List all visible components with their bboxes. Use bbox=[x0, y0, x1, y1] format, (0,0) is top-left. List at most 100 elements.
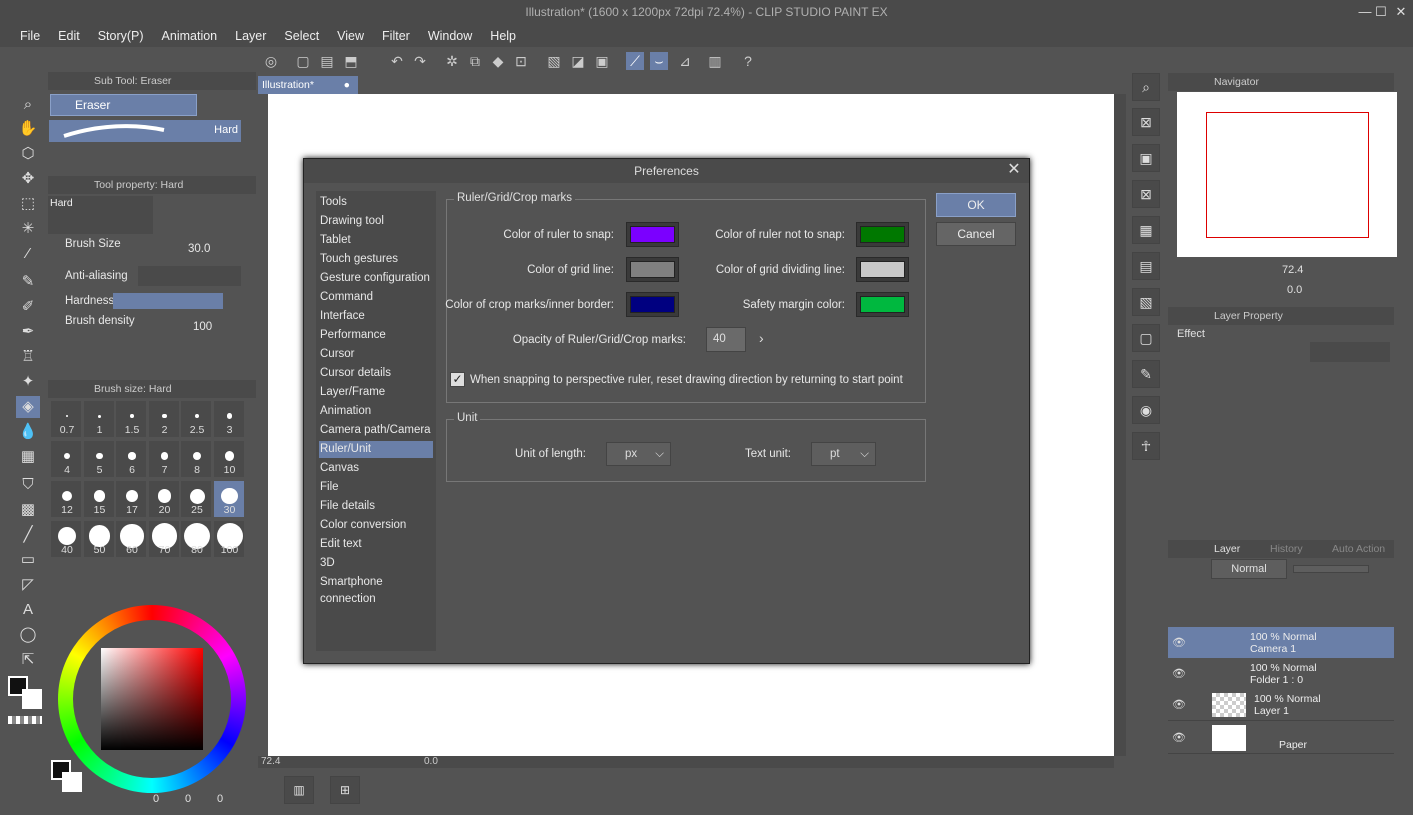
ruler-tool-icon[interactable]: ◸ bbox=[16, 574, 40, 596]
category-item[interactable]: Touch gestures bbox=[319, 251, 433, 268]
category-item[interactable]: Tablet bbox=[319, 232, 433, 249]
tone-icon[interactable]: ▦ bbox=[1132, 216, 1160, 244]
bucket-tool-icon[interactable]: ⛉ bbox=[16, 474, 40, 496]
brush-size-cell[interactable]: 40 bbox=[50, 520, 82, 558]
eraser-tool-icon[interactable]: ◈ bbox=[16, 396, 40, 418]
crop-color-button[interactable] bbox=[626, 292, 679, 317]
text-unit-select[interactable]: pt ⌵ bbox=[811, 442, 876, 466]
category-item[interactable]: File bbox=[319, 479, 433, 496]
text-tool-icon[interactable]: A bbox=[16, 599, 40, 621]
menu-filter[interactable]: Filter bbox=[373, 25, 419, 47]
canvas-hscroll[interactable] bbox=[258, 756, 1114, 768]
category-item[interactable]: Gesture configuration bbox=[319, 270, 433, 287]
snap-curve-icon[interactable]: ⌣ bbox=[650, 52, 668, 70]
snap-ruler-icon[interactable]: ◪ bbox=[569, 52, 587, 70]
category-item[interactable]: 3D bbox=[319, 555, 433, 572]
brush-size-cell[interactable]: 30 bbox=[212, 480, 244, 518]
brush-size-cell[interactable]: 2 bbox=[147, 400, 180, 438]
category-item[interactable]: Tools bbox=[319, 194, 433, 211]
brush-size-cell[interactable]: 5 bbox=[82, 440, 115, 478]
hand-tool-icon[interactable]: ✋ bbox=[16, 118, 40, 140]
eye-icon[interactable]: 👁 bbox=[1172, 636, 1186, 650]
camera-material-icon[interactable]: ◉ bbox=[1132, 396, 1160, 424]
unit-length-select[interactable]: px ⌵ bbox=[606, 442, 671, 466]
smartphone-icon[interactable]: ▥ bbox=[706, 52, 724, 70]
balloon-tool-icon[interactable]: ◯ bbox=[16, 624, 40, 646]
brush-size-cell[interactable]: 4 bbox=[50, 440, 82, 478]
antialias-selector[interactable] bbox=[138, 266, 241, 286]
menu-animation[interactable]: Animation bbox=[153, 25, 227, 47]
new-icon[interactable]: ▢ bbox=[294, 52, 312, 70]
menu-story[interactable]: Story(P) bbox=[89, 25, 153, 47]
clear-icon[interactable]: ✲ bbox=[443, 52, 461, 70]
grid-line-color-button[interactable] bbox=[626, 257, 679, 282]
pen-tool-icon[interactable]: ✎ bbox=[16, 271, 40, 293]
redo-icon[interactable]: ↷ bbox=[411, 52, 429, 70]
brush-size-cell[interactable]: 12 bbox=[50, 480, 82, 518]
layer-row-camera[interactable]: 👁 100 % Normal Camera 1 bbox=[1168, 627, 1394, 659]
category-item[interactable]: Drawing tool bbox=[319, 213, 433, 230]
grid-div-color-button[interactable] bbox=[856, 257, 909, 282]
move-tool-icon[interactable]: ✥ bbox=[16, 168, 40, 190]
brush-size-cell[interactable]: 100 bbox=[212, 520, 244, 558]
sub-color-swatch[interactable] bbox=[22, 689, 42, 709]
undo-icon[interactable]: ↶ bbox=[388, 52, 406, 70]
brush-size-cell[interactable]: 15 bbox=[82, 480, 115, 518]
brush-size-cell[interactable]: 1 bbox=[82, 400, 115, 438]
figure-tool-icon[interactable]: ╱ bbox=[16, 524, 40, 546]
ok-button[interactable]: OK bbox=[936, 193, 1016, 217]
menu-view[interactable]: View bbox=[328, 25, 373, 47]
navigator-rotate[interactable]: 0.0 bbox=[1287, 284, 1302, 296]
menu-file[interactable]: File bbox=[11, 25, 49, 47]
hide-selection-icon[interactable]: ▧ bbox=[545, 52, 563, 70]
frame-tool-icon[interactable]: ▭ bbox=[16, 549, 40, 571]
snap-grid-icon[interactable]: ▣ bbox=[593, 52, 611, 70]
brush-size-cell[interactable]: 20 bbox=[147, 480, 180, 518]
category-item[interactable]: Ruler/Unit bbox=[319, 441, 433, 458]
category-item[interactable]: Cursor details bbox=[319, 365, 433, 382]
auto-select-tool-icon[interactable]: ✳ bbox=[16, 218, 40, 240]
category-item[interactable]: Layer/Frame bbox=[319, 384, 433, 401]
save-icon[interactable]: ⬒ bbox=[342, 52, 360, 70]
snap-reset-checkbox[interactable]: ✓ bbox=[450, 372, 465, 387]
brush-size-cell[interactable]: 1.5 bbox=[115, 400, 147, 438]
subtool-group-eraser[interactable]: Eraser bbox=[50, 94, 197, 116]
brush-tool-icon[interactable]: ✒ bbox=[16, 321, 40, 343]
maximize-button[interactable]: ☐ bbox=[1371, 3, 1391, 21]
brush-size-cell[interactable]: 6 bbox=[115, 440, 147, 478]
navigator-viewport[interactable] bbox=[1206, 112, 1369, 238]
brush-size-cell[interactable]: 2.5 bbox=[180, 400, 212, 438]
library-icon[interactable]: ▤ bbox=[1132, 252, 1160, 280]
tab-illustration[interactable]: Illustration* ● bbox=[258, 76, 358, 94]
brush-size-cell[interactable]: 3 bbox=[212, 400, 244, 438]
subtool-hard[interactable]: Hard bbox=[49, 120, 241, 142]
selection-tool-icon[interactable]: ⬚ bbox=[16, 193, 40, 215]
material-2-icon[interactable]: ⊠ bbox=[1132, 180, 1160, 208]
brush-size-cell[interactable]: 70 bbox=[147, 520, 180, 558]
hardness-slider[interactable] bbox=[113, 293, 223, 309]
layer-row-layer1[interactable]: 👁 100 % Normal Layer 1 bbox=[1168, 689, 1394, 721]
3d-figure-icon[interactable]: ☥ bbox=[1132, 432, 1160, 460]
ruler-nosnap-color-button[interactable] bbox=[856, 222, 909, 247]
brush-size-cell[interactable]: 60 bbox=[115, 520, 147, 558]
image-material-icon[interactable]: ▧ bbox=[1132, 288, 1160, 316]
snap-special-ruler-icon[interactable]: ⟋ bbox=[626, 52, 644, 70]
category-item[interactable]: Cursor bbox=[319, 346, 433, 363]
menu-layer[interactable]: Layer bbox=[226, 25, 275, 47]
decoration-tool-icon[interactable]: ✦ bbox=[16, 371, 40, 393]
opacity-slider-chevron-icon[interactable]: › bbox=[759, 330, 764, 346]
material-icon[interactable]: ▣ bbox=[1132, 144, 1160, 172]
fill-tool-icon-grid[interactable]: ▦ bbox=[16, 446, 40, 468]
search-icon[interactable]: ⌕ bbox=[1132, 73, 1160, 101]
blend-tool-icon[interactable]: 💧 bbox=[16, 421, 40, 443]
brush-size-cell[interactable]: 25 bbox=[180, 480, 212, 518]
eye-icon[interactable]: 👁 bbox=[1172, 731, 1186, 745]
zoom-tool-icon[interactable]: ⌕ bbox=[16, 94, 40, 116]
category-item[interactable]: Edit text bbox=[319, 536, 433, 553]
eye-icon[interactable]: 👁 bbox=[1172, 667, 1186, 681]
open-icon[interactable]: ▤ bbox=[318, 52, 336, 70]
airbrush-tool-icon[interactable]: ♖ bbox=[16, 346, 40, 368]
opacity-slider[interactable] bbox=[1293, 565, 1369, 573]
brush-size-cell[interactable]: 10 bbox=[212, 440, 244, 478]
tab-layer[interactable]: Layer bbox=[1214, 543, 1240, 555]
